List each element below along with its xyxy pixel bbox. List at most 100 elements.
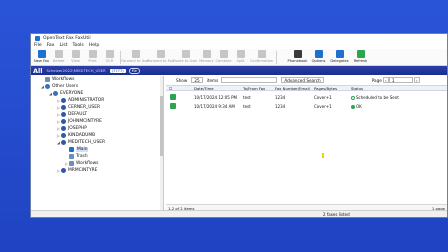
view-icon xyxy=(71,50,80,58)
fax-row[interactable]: 10/17/2024 9:34 AM test 1234 Cover+1 OK xyxy=(166,102,447,111)
fax-datetime: 10/17/2024 12:05 PM xyxy=(194,95,237,100)
tree-item-johnmcintyre[interactable]: ▷ JOHNMCINTYRE xyxy=(57,118,102,125)
menu-fax[interactable]: Fax xyxy=(47,43,55,48)
mail-icon xyxy=(69,147,74,152)
tree-item-other-users[interactable]: ◢ Other Users xyxy=(41,83,78,90)
show-label: Show xyxy=(176,77,188,83)
fax-status: Scheduled to be Sent xyxy=(351,95,399,100)
refresh-button[interactable]: Refresh xyxy=(352,49,369,66)
column-header-pages[interactable]: Pages/Bytes xyxy=(314,86,337,91)
delete-icon xyxy=(54,50,63,58)
ocr-icon xyxy=(105,50,114,58)
menu-tools[interactable]: Tools xyxy=(72,43,83,48)
scheduled-icon xyxy=(351,96,355,100)
tree-item-administrator[interactable]: ▷ ADMINISTRATOR xyxy=(57,97,104,104)
toolbar: New Fax Delete View Print OCR Forward to… xyxy=(31,49,447,66)
list-controls: Show 25 items Advanced Search Page ‹ 1 › xyxy=(166,76,447,84)
combine-button[interactable]: Combine xyxy=(215,49,232,66)
tree-item-default[interactable]: ▷ DEFAULT xyxy=(57,111,87,118)
me-button[interactable]: Me xyxy=(128,67,140,74)
refresh-icon xyxy=(356,50,365,58)
tree-item-main[interactable]: Main xyxy=(69,146,89,153)
faxutil-window: OpenText Fax FaxUtil File Fax List Tools… xyxy=(30,33,448,218)
fax-outgoing-icon xyxy=(170,103,176,109)
folder-header-bar: All Scheizer2022\MEDITECH_USER (7777) Me xyxy=(31,66,447,75)
tree-item-josephp[interactable]: ▷ JOSEPHP xyxy=(57,125,87,132)
user-icon xyxy=(61,126,66,131)
tree-item-trash[interactable]: Trash xyxy=(69,153,88,160)
status-bar: 2 faxes listed xyxy=(31,210,447,217)
new-fax-icon xyxy=(37,50,46,58)
combine-icon xyxy=(219,50,228,58)
group-icon xyxy=(53,91,58,96)
user-icon xyxy=(61,168,66,173)
trash-icon xyxy=(69,154,74,159)
toolbar-separator xyxy=(276,51,277,64)
route-to-user-button[interactable]: Route to User xyxy=(173,49,198,66)
page-size-select[interactable]: 25 xyxy=(191,77,203,83)
mouse-cursor-marker xyxy=(322,153,324,158)
menu-help[interactable]: Help xyxy=(89,43,99,48)
tree-item-kindadumb[interactable]: ▷ KINDADUMB xyxy=(57,132,95,139)
forward-to-user-icon xyxy=(131,50,140,58)
status-text: 2 faxes listed xyxy=(323,211,350,217)
new-fax-button[interactable]: New Fax xyxy=(33,49,50,66)
fax-pages: Cover+1 xyxy=(314,104,332,109)
items-label: items xyxy=(206,77,219,83)
fax-outgoing-icon xyxy=(170,94,176,100)
delegates-icon xyxy=(335,50,344,58)
menu-file[interactable]: File xyxy=(34,43,42,48)
user-icon xyxy=(61,105,66,110)
options-button[interactable]: Options xyxy=(310,49,327,66)
page-number-input[interactable]: 1 xyxy=(388,77,413,83)
column-header-to-from[interactable]: To/From Fax xyxy=(243,86,265,91)
search-input[interactable] xyxy=(221,77,278,83)
fax-row[interactable]: 10/17/2024 12:05 PM test 1234 Cover+1 Sc… xyxy=(166,93,447,102)
user-icon xyxy=(61,119,66,124)
tree-scrollbar[interactable] xyxy=(160,76,163,211)
forward-to-fax-button[interactable]: Forward to Fax xyxy=(147,49,174,66)
print-icon xyxy=(88,50,97,58)
forward-to-user-button[interactable]: Forward to User xyxy=(121,49,150,66)
confirmation-icon xyxy=(257,50,266,58)
folder-icon xyxy=(69,161,74,166)
confirmation-button[interactable]: Confirmation xyxy=(249,49,274,66)
tree-item-workflows-sub[interactable]: ▷ Workflows xyxy=(65,160,98,167)
tree-item-cerner-user[interactable]: ▷ CERNER_USER xyxy=(57,104,100,111)
advanced-search-button[interactable]: Advanced Search xyxy=(281,77,324,83)
column-header-status[interactable]: Status xyxy=(351,86,363,91)
delegates-button[interactable]: Delegates xyxy=(327,49,352,66)
folder-icon xyxy=(45,77,50,82)
menu-list[interactable]: List xyxy=(59,43,67,48)
ocr-button[interactable]: OCR xyxy=(101,49,118,66)
phonebook-icon xyxy=(293,50,302,58)
fax-to-from: test xyxy=(243,104,251,109)
fax-status: OK xyxy=(351,104,362,109)
print-button[interactable]: Print xyxy=(84,49,101,66)
column-header-fax-number[interactable]: Fax Number/Email xyxy=(275,86,310,91)
app-icon xyxy=(35,35,40,41)
tree-item-workflows[interactable]: Workflows xyxy=(41,76,74,83)
tree-item-everyone[interactable]: ◢ EVERYONE xyxy=(49,90,83,97)
split-button[interactable]: Split xyxy=(232,49,249,66)
select-all-checkbox[interactable]: ☐ xyxy=(169,86,172,91)
delete-button[interactable]: Delete xyxy=(50,49,67,66)
fax-pages: Cover+1 xyxy=(314,95,332,100)
route-to-user-icon xyxy=(181,50,190,58)
column-header-datetime[interactable]: Date/Time xyxy=(194,86,214,91)
group-icon xyxy=(45,84,50,89)
tree-item-meditech-user[interactable]: ◢ MEDITECH_USER xyxy=(57,139,105,146)
phonebook-button[interactable]: Phonebook xyxy=(285,49,310,66)
fax-list-panel: Show 25 items Advanced Search Page ‹ 1 ›… xyxy=(166,76,447,211)
memory-icon xyxy=(202,50,211,58)
window-title: OpenText Fax FaxUtil xyxy=(43,35,91,41)
current-user-chip[interactable]: Scheizer2022\MEDITECH_USER xyxy=(47,68,106,73)
tree-item-mrmcintyre[interactable]: ▷ MRMCINTYRE xyxy=(57,167,97,174)
menu-bar: File Fax List Tools Help xyxy=(31,42,447,49)
folder-tree: Workflows ◢ Other Users ◢ EVERYONE ▷ ADM… xyxy=(31,76,164,211)
next-page-icon[interactable]: › xyxy=(413,77,420,83)
fax-number: 1234 xyxy=(275,104,286,109)
ok-icon xyxy=(351,105,355,109)
memory-button[interactable]: Memory xyxy=(198,49,215,66)
view-button[interactable]: View xyxy=(67,49,84,66)
